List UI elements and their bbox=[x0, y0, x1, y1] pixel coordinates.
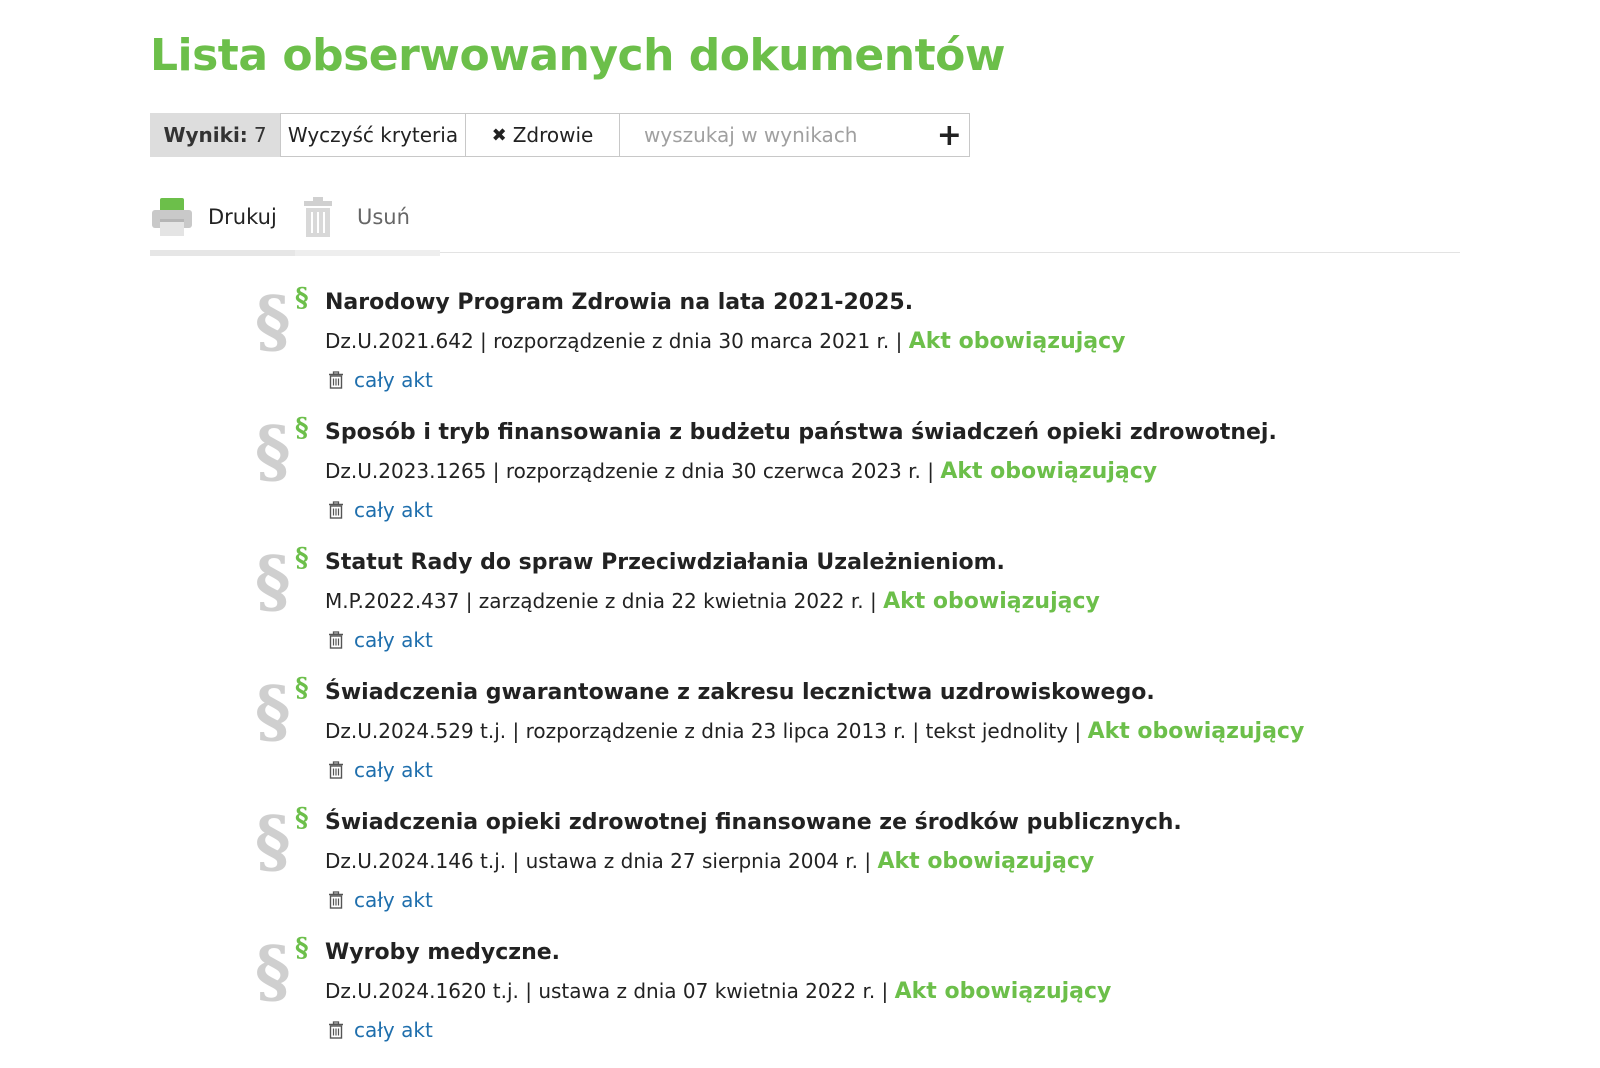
document-title[interactable]: Sposób i tryb finansowania z budżetu pań… bbox=[325, 418, 1277, 448]
document-meta: M.P.2022.437 | zarządzenie z dnia 22 kwi… bbox=[325, 586, 1100, 617]
results-count: 7 bbox=[253, 123, 267, 147]
filter-chip-zdrowie[interactable]: ✖ Zdrowie bbox=[466, 113, 620, 157]
paragraph-small-icon: § bbox=[295, 933, 309, 963]
print-tab-underline bbox=[150, 250, 295, 256]
whole-act-link[interactable]: cały akt bbox=[328, 496, 433, 524]
delete-label: Usuń bbox=[357, 205, 410, 229]
document-meta: Dz.U.2021.642 | rozporządzenie z dnia 30… bbox=[325, 326, 1126, 357]
document-meta-text: Dz.U.2021.642 | rozporządzenie z dnia 30… bbox=[325, 329, 903, 353]
whole-act-link-label[interactable]: cały akt bbox=[354, 886, 433, 914]
whole-act-link[interactable]: cały akt bbox=[328, 626, 433, 654]
paragraph-icon: § bbox=[255, 412, 291, 492]
trash-icon bbox=[329, 761, 343, 779]
close-icon[interactable]: ✖ bbox=[492, 125, 507, 146]
print-button[interactable]: Drukuj bbox=[150, 182, 295, 256]
whole-act-link-label[interactable]: cały akt bbox=[354, 756, 433, 784]
paragraph-small-icon: § bbox=[295, 283, 309, 313]
paragraph-small-icon: § bbox=[295, 543, 309, 573]
list-item: § § Narodowy Program Zdrowia na lata 202… bbox=[255, 282, 1505, 418]
document-status[interactable]: Akt obowiązujący bbox=[895, 979, 1112, 1004]
document-status[interactable]: Akt obowiązujący bbox=[883, 589, 1100, 614]
trash-icon bbox=[329, 891, 343, 909]
list-item: § § Świadczenia opieki zdrowotnej finans… bbox=[255, 802, 1505, 938]
page-title: Lista obserwowanych dokumentów bbox=[150, 30, 1006, 81]
document-status[interactable]: Akt obowiązujący bbox=[1088, 719, 1305, 744]
whole-act-link[interactable]: cały akt bbox=[328, 1016, 433, 1044]
document-meta-text: M.P.2022.437 | zarządzenie z dnia 22 kwi… bbox=[325, 589, 877, 613]
whole-act-link[interactable]: cały akt bbox=[328, 886, 433, 914]
paragraph-icon: § bbox=[255, 932, 291, 1012]
toolbar: Drukuj Usuń bbox=[150, 182, 1460, 256]
paragraph-small-icon: § bbox=[295, 673, 309, 703]
trash-icon bbox=[304, 197, 332, 237]
document-meta: Dz.U.2024.146 t.j. | ustawa z dnia 27 si… bbox=[325, 846, 1094, 877]
paragraph-icon: § bbox=[255, 542, 291, 622]
document-title[interactable]: Statut Rady do spraw Przeciwdziałania Uz… bbox=[325, 548, 1005, 578]
printer-icon bbox=[152, 198, 192, 236]
document-title[interactable]: Narodowy Program Zdrowia na lata 2021-20… bbox=[325, 288, 913, 318]
document-meta: Dz.U.2023.1265 | rozporządzenie z dnia 3… bbox=[325, 456, 1157, 487]
paragraph-icon: § bbox=[255, 672, 291, 752]
document-meta-text: Dz.U.2024.146 t.j. | ustawa z dnia 27 si… bbox=[325, 849, 872, 873]
paragraph-icon: § bbox=[255, 802, 291, 882]
whole-act-link-label[interactable]: cały akt bbox=[354, 1016, 433, 1044]
document-status[interactable]: Akt obowiązujący bbox=[940, 459, 1157, 484]
document-title[interactable]: Świadczenia gwarantowane z zakresu leczn… bbox=[325, 678, 1155, 708]
print-label: Drukuj bbox=[208, 205, 277, 229]
document-meta: Dz.U.2024.1620 t.j. | ustawa z dnia 07 k… bbox=[325, 976, 1111, 1007]
results-label: Wyniki: bbox=[163, 123, 248, 147]
document-status[interactable]: Akt obowiązujący bbox=[909, 329, 1126, 354]
document-title[interactable]: Świadczenia opieki zdrowotnej finansowan… bbox=[325, 808, 1182, 838]
paragraph-icon: § bbox=[255, 282, 291, 362]
filter-bar: Wyniki: 7 Wyczyść kryteria ✖ Zdrowie + bbox=[150, 113, 970, 157]
results-count-box: Wyniki: 7 bbox=[150, 113, 280, 157]
trash-icon bbox=[329, 631, 343, 649]
whole-act-link[interactable]: cały akt bbox=[328, 756, 433, 784]
whole-act-link-label[interactable]: cały akt bbox=[354, 366, 433, 394]
trash-icon bbox=[329, 371, 343, 389]
filter-chip-label: Zdrowie bbox=[512, 123, 594, 147]
document-list: § § Narodowy Program Zdrowia na lata 202… bbox=[255, 282, 1505, 1068]
delete-tab-underline bbox=[295, 250, 440, 256]
clear-criteria-button[interactable]: Wyczyść kryteria bbox=[280, 113, 466, 157]
document-meta-text: Dz.U.2023.1265 | rozporządzenie z dnia 3… bbox=[325, 459, 934, 483]
add-criteria-button[interactable]: + bbox=[930, 115, 969, 155]
search-input[interactable] bbox=[620, 115, 930, 155]
page: Lista obserwowanych dokumentów Wyniki: 7… bbox=[0, 0, 1600, 1067]
document-meta: Dz.U.2024.529 t.j. | rozporządzenie z dn… bbox=[325, 716, 1304, 747]
whole-act-link[interactable]: cały akt bbox=[328, 366, 433, 394]
whole-act-link-label[interactable]: cały akt bbox=[354, 626, 433, 654]
delete-button[interactable]: Usuń bbox=[295, 182, 440, 256]
list-item: § § Wyroby medyczne. Dz.U.2024.1620 t.j.… bbox=[255, 932, 1505, 1068]
list-item: § § Sposób i tryb finansowania z budżetu… bbox=[255, 412, 1505, 548]
document-meta-text: Dz.U.2024.529 t.j. | rozporządzenie z dn… bbox=[325, 719, 1082, 743]
list-item: § § Statut Rady do spraw Przeciwdziałani… bbox=[255, 542, 1505, 678]
list-item: § § Świadczenia gwarantowane z zakresu l… bbox=[255, 672, 1505, 808]
paragraph-small-icon: § bbox=[295, 413, 309, 443]
document-title[interactable]: Wyroby medyczne. bbox=[325, 938, 560, 968]
paragraph-small-icon: § bbox=[295, 803, 309, 833]
document-meta-text: Dz.U.2024.1620 t.j. | ustawa z dnia 07 k… bbox=[325, 979, 889, 1003]
trash-icon bbox=[329, 1021, 343, 1039]
search-box: + bbox=[620, 113, 970, 157]
document-status[interactable]: Akt obowiązujący bbox=[877, 849, 1094, 874]
trash-icon bbox=[329, 501, 343, 519]
whole-act-link-label[interactable]: cały akt bbox=[354, 496, 433, 524]
